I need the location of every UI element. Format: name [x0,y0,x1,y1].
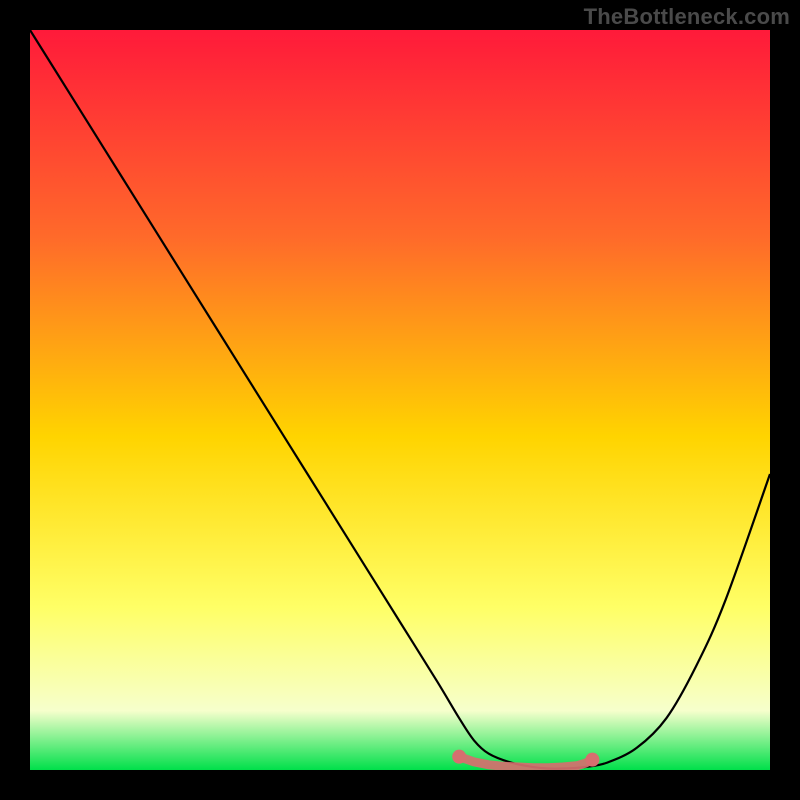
watermark-label: TheBottleneck.com [584,4,790,30]
scatter-dot [452,750,466,764]
chart-frame: TheBottleneck.com [0,0,800,800]
scatter-dot [585,753,599,767]
chart-plot-area [30,30,770,770]
chart-svg [30,30,770,770]
gradient-background [30,30,770,770]
